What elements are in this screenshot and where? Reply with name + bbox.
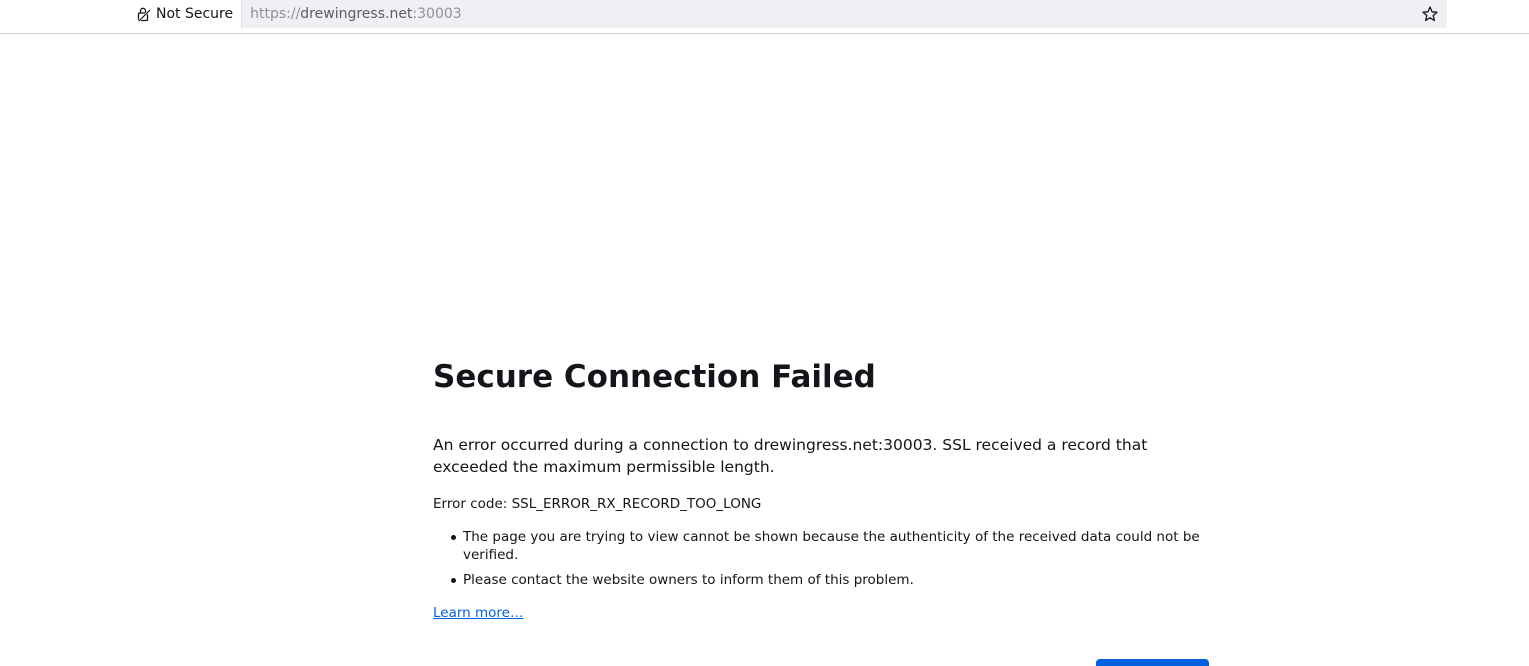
url-text[interactable]: https://drewingress.net:30003 [250,6,462,22]
browser-toolbar: Not Secure https://drewingress.net:30003 [0,0,1529,34]
error-code: Error code: SSL_ERROR_RX_RECORD_TOO_LONG [433,496,762,512]
bullet-icon [451,578,456,583]
list-item-text: The page you are trying to view cannot b… [463,529,1200,563]
learn-more-link[interactable]: Learn more… [433,604,524,622]
site-identity-button[interactable]: Not Secure [128,0,243,28]
list-item-text: Please contact the website owners to inf… [463,572,914,588]
page-title: Secure Connection Failed [433,359,876,395]
list-item: Please contact the website owners to inf… [433,571,1209,589]
error-details-list: The page you are trying to view cannot b… [433,528,1209,596]
try-again-button[interactable] [1096,659,1209,666]
list-item: The page you are trying to view cannot b… [433,528,1209,564]
bullet-icon [451,535,456,540]
error-description: An error occurred during a connection to… [433,436,1148,476]
identity-label: Not Secure [156,6,234,22]
star-icon[interactable] [1421,5,1439,23]
lock-warning-icon [136,6,152,22]
url-port: :30003 [412,6,462,22]
url-scheme: https:// [250,6,301,22]
url-bar[interactable]: Not Secure https://drewingress.net:30003 [128,0,1447,28]
url-host: drewingress.net [300,6,413,22]
